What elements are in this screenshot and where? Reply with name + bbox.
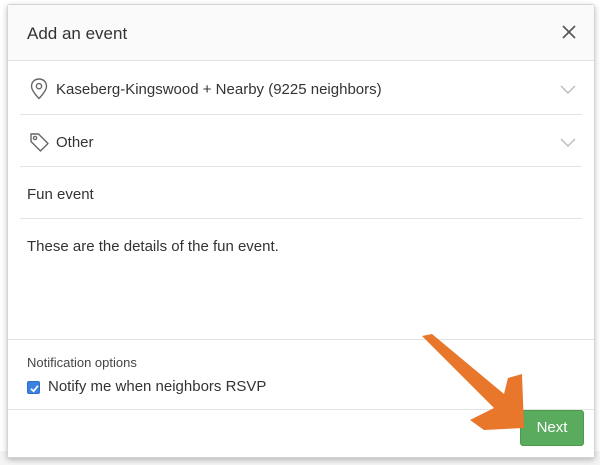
close-icon <box>562 25 576 39</box>
chevron-down-icon <box>560 135 576 147</box>
category-value: Other <box>56 134 94 151</box>
event-details-value: These are the details of the fun event. <box>27 238 279 255</box>
notification-options: Notification options Notify me when neig… <box>8 339 594 411</box>
checkmark-icon <box>30 385 39 393</box>
event-title-value: Fun event <box>27 186 94 203</box>
modal-title: Add an event <box>27 24 128 43</box>
event-details-textarea[interactable]: These are the details of the fun event. <box>20 219 582 339</box>
notify-rsvp-checkbox[interactable] <box>27 381 40 394</box>
notify-rsvp-label[interactable]: Notify me when neighbors RSVP <box>48 378 266 395</box>
event-title-input[interactable]: Fun event <box>20 167 582 219</box>
location-select[interactable]: Kaseberg-Kingswood + Nearby (9225 neighb… <box>20 62 582 115</box>
modal-footer <box>8 409 594 457</box>
add-event-modal: Add an event Kaseberg-Kingswood + Nearby… <box>7 4 595 458</box>
chevron-down-icon <box>560 82 576 94</box>
category-select[interactable]: Other <box>20 115 582 167</box>
notification-heading: Notification options <box>27 355 137 370</box>
modal-header: Add an event <box>8 5 594 61</box>
next-button[interactable]: Next <box>520 410 584 446</box>
close-button[interactable] <box>560 23 578 41</box>
tag-icon <box>28 130 50 154</box>
location-value: Kaseberg-Kingswood + Nearby (9225 neighb… <box>56 81 382 98</box>
map-pin-icon <box>28 77 50 101</box>
